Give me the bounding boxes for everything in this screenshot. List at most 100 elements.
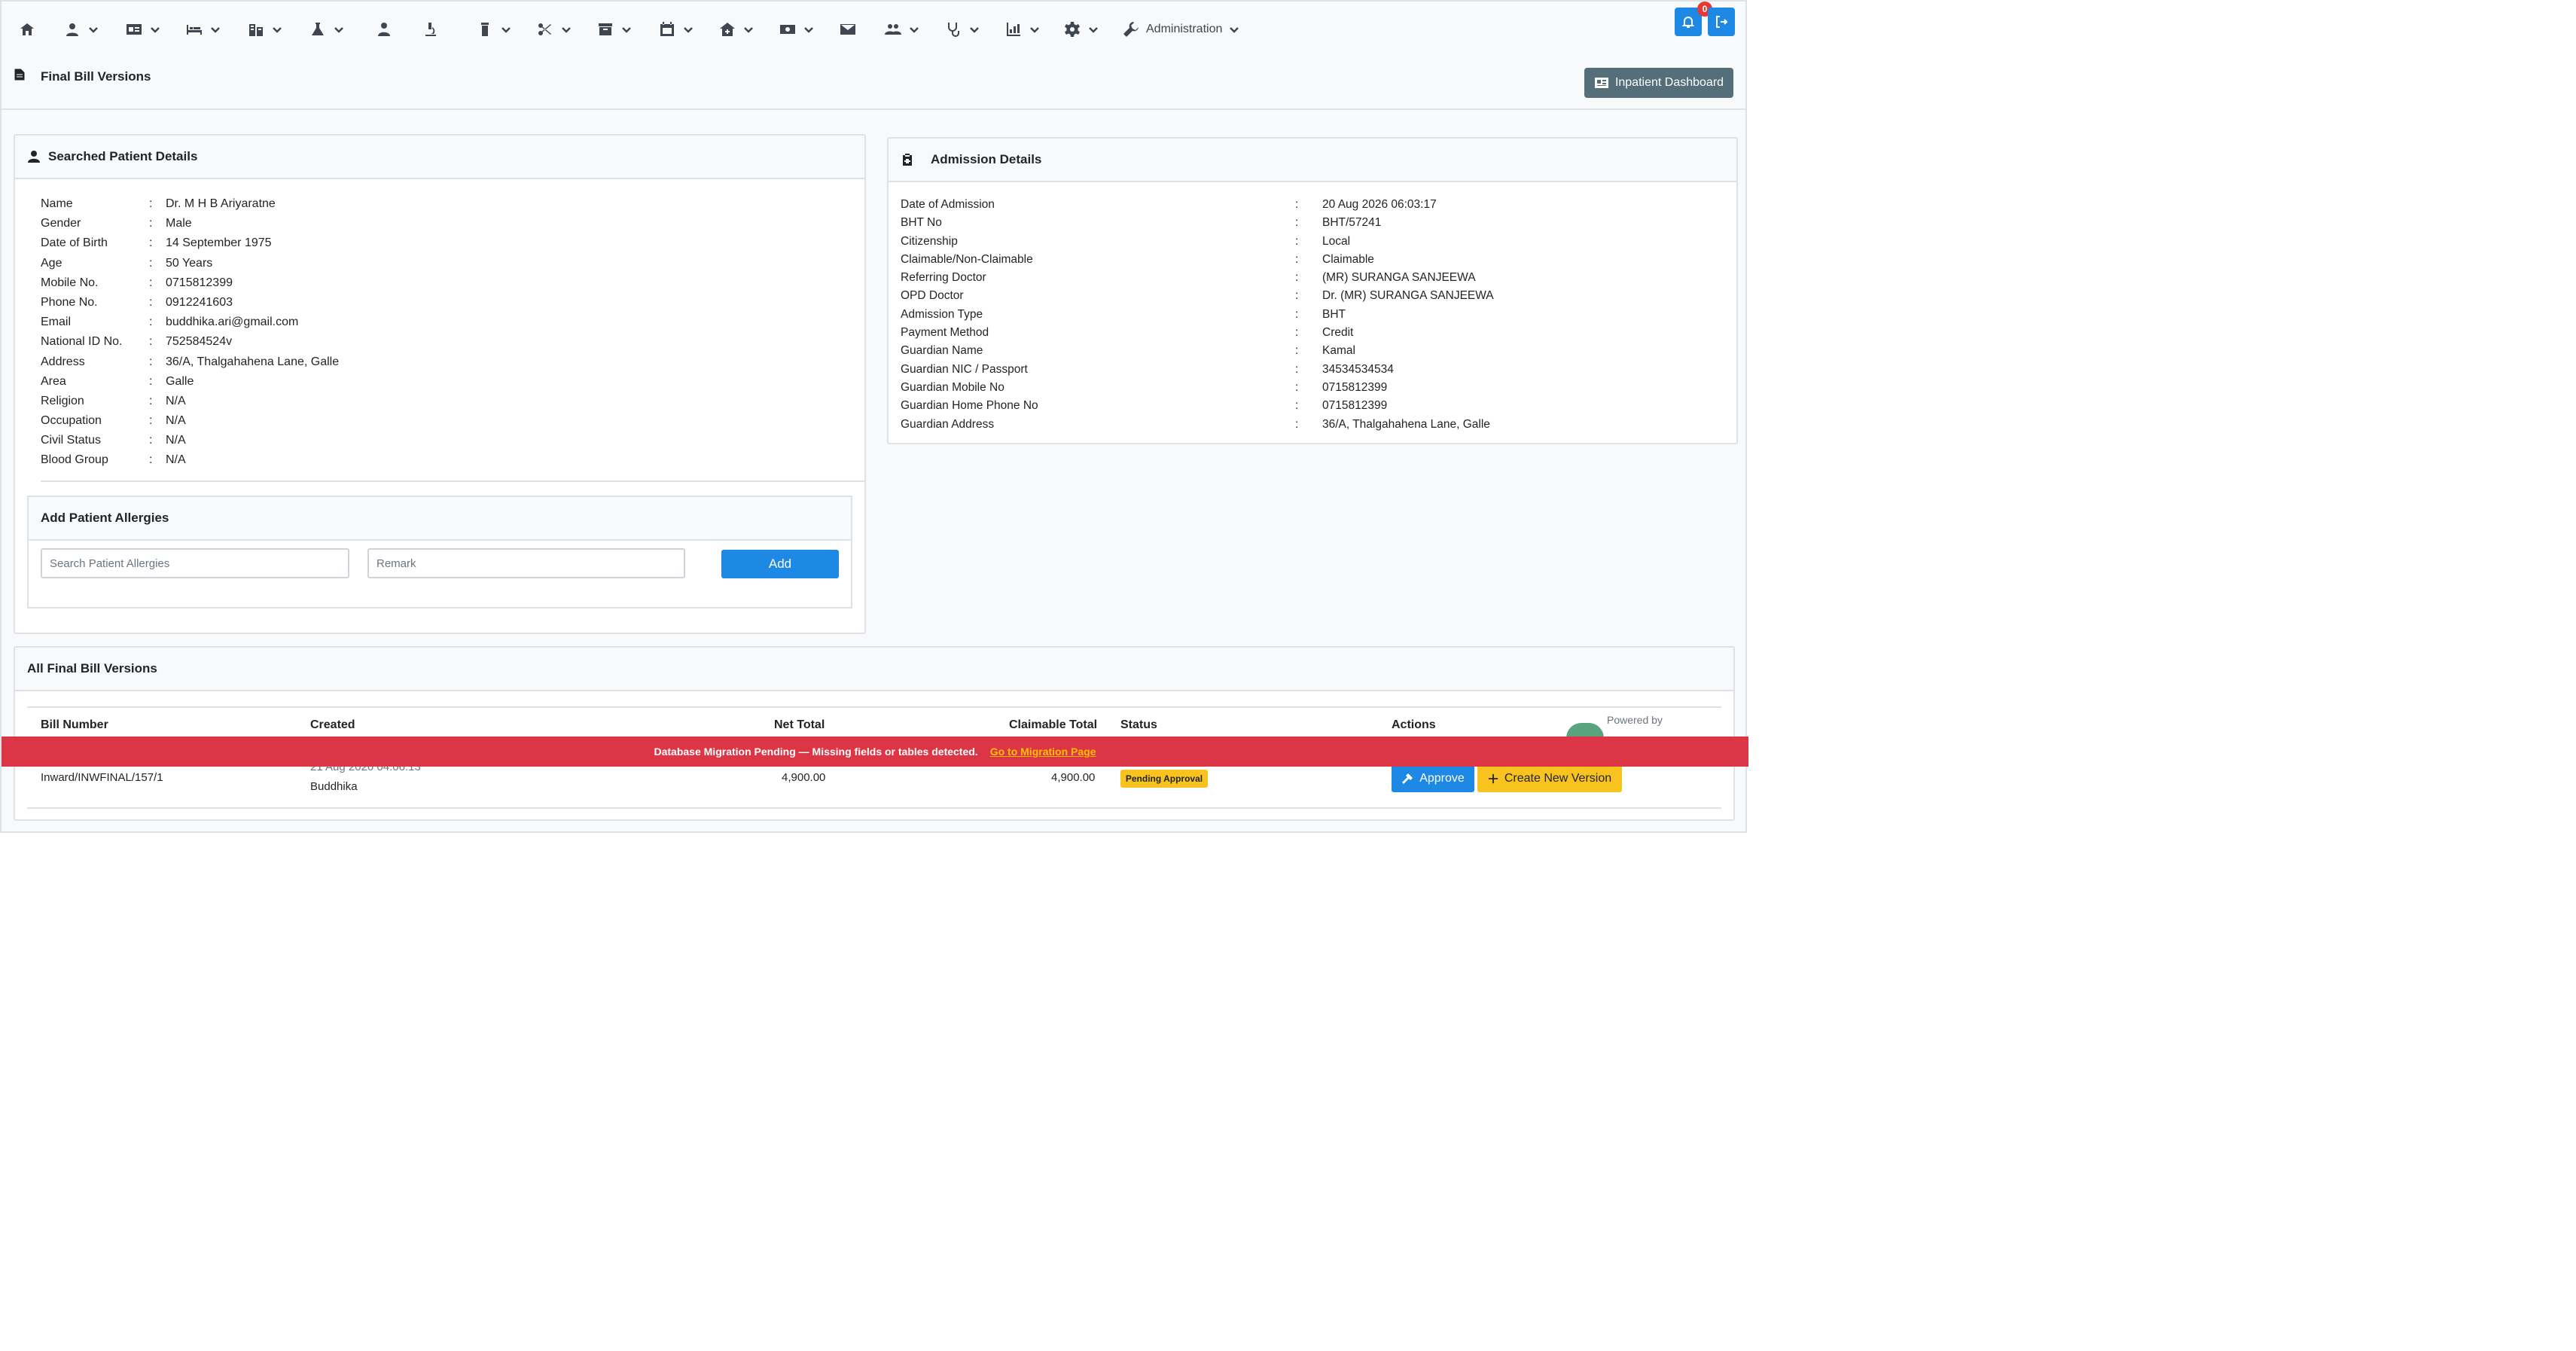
patient-field-nic: National ID No.:752584524v (41, 335, 233, 349)
chevron-down-icon (968, 23, 980, 35)
patient-field-dob: Date of Birth:14 September 1975 (41, 236, 272, 250)
approve-label: Approve (1419, 772, 1465, 785)
migration-banner-message: Database Migration Pending — Missing fie… (654, 746, 978, 758)
table-row-border (27, 807, 1721, 809)
calendar-icon (660, 22, 674, 36)
chevron-down-icon (620, 23, 633, 35)
admission-field-opd-doctor: OPD Doctor: Dr. (MR) SURANGA SANJEEWA (901, 289, 1494, 303)
patient-details-header: Searched Patient Details (15, 136, 864, 179)
nav-patient-menu[interactable] (63, 18, 99, 41)
envelope-icon (840, 24, 855, 35)
clinic-icon (720, 23, 735, 36)
patient-field-address: Address:36/A, Thalgahahena Lane, Galle (41, 355, 340, 368)
allergy-search-input[interactable]: Search Patient Allergies (41, 548, 349, 578)
chevron-down-icon (1228, 23, 1240, 35)
bell-icon (1681, 17, 1695, 28)
create-new-version-button[interactable]: Create New Version (1477, 765, 1622, 792)
nav-clinic-menu[interactable] (718, 18, 755, 41)
admission-field-bht: BHT No: BHT/57241 (901, 216, 1382, 230)
nav-opd-menu[interactable] (125, 18, 161, 41)
allergy-remark-input[interactable]: Remark (367, 548, 685, 578)
col-created: Created (310, 718, 355, 731)
chevron-down-icon (87, 23, 99, 35)
nav-doctor[interactable] (375, 18, 393, 41)
document-icon (14, 68, 26, 81)
building-icon (249, 24, 263, 36)
nav-settings-menu[interactable] (1063, 18, 1099, 41)
chevron-down-icon (209, 23, 221, 35)
nav-building-menu[interactable] (247, 18, 283, 41)
migration-page-link[interactable]: Go to Migration Page (990, 746, 1096, 758)
admission-field-guardian-name: Guardian Name: Kamal (901, 344, 1355, 358)
migration-banner: Database Migration Pending — Missing fie… (2, 736, 1748, 767)
final-bill-versions-card: All Final Bill Versions (14, 646, 1735, 821)
created-by-cell: Buddhika (310, 780, 358, 793)
chevron-down-icon (560, 23, 572, 35)
doctor-icon (378, 23, 390, 36)
admission-details-list: Date of Admission:20 Aug 2026 06:03:17 B… (901, 196, 1494, 434)
patient-field-gender: Gender: Male (41, 217, 192, 230)
admission-field-guardian-address: Guardian Address:36/A, Thalgahahena Lane… (901, 417, 1490, 431)
nav-administration-menu[interactable]: Administration (1122, 18, 1240, 41)
admission-field-guardian-nic: Guardian NIC / Passport:34534534534 (901, 362, 1394, 376)
nav-store-menu[interactable] (596, 18, 633, 41)
stethoscope-icon (947, 23, 959, 37)
nav-clinical-menu[interactable] (944, 18, 980, 41)
pill-bottle-icon (481, 23, 489, 36)
users-icon (885, 24, 901, 35)
patient-field-email: Email: buddhika.ari@gmail.com (41, 316, 299, 329)
app-window: Administration 0 Final Bill Versions Inp… (0, 0, 1748, 833)
plus-icon (1488, 773, 1498, 784)
inpatient-dashboard-button[interactable]: Inpatient Dashboard (1584, 68, 1733, 98)
home-icon (20, 23, 34, 35)
nav-cashier-menu[interactable] (779, 18, 815, 41)
patient-field-mobile: Mobile No.:0715812399 (41, 276, 233, 289)
user-icon (28, 151, 40, 163)
nav-messages[interactable] (839, 18, 857, 41)
bed-icon (187, 25, 202, 35)
admission-details-header: Admission Details (889, 139, 1736, 182)
chevron-down-icon (149, 23, 161, 35)
patient-field-name: Name: Dr. M H B Ariyaratne (41, 197, 276, 210)
chevron-down-icon (682, 23, 694, 35)
clipboard-icon (903, 154, 912, 166)
nav-lab-menu[interactable] (309, 18, 345, 41)
logout-button[interactable] (1708, 8, 1735, 36)
col-actions: Actions (1392, 718, 1436, 731)
user-icon (66, 23, 78, 36)
nav-inpatient-menu[interactable] (185, 18, 221, 41)
nav-reports-menu[interactable] (1004, 18, 1041, 41)
nav-hr-menu[interactable] (884, 18, 920, 41)
page-title: Final Bill Versions (41, 69, 151, 84)
patient-field-blood-group: Blood Group: N/A (41, 453, 186, 467)
administration-label: Administration (1146, 23, 1223, 35)
allergies-header: Add Patient Allergies (29, 497, 851, 541)
chevron-down-icon (333, 23, 345, 35)
admission-field-guardian-mobile: Guardian Mobile No:0715812399 (901, 380, 1388, 394)
patient-details-list: Name: Dr. M H B Ariyaratne Gender: Male Da… (41, 194, 339, 471)
admission-details-title: Admission Details (931, 152, 1042, 166)
gavel-icon (1402, 773, 1413, 784)
dashboard-icon (1594, 78, 1608, 88)
wrench-icon (1123, 22, 1139, 37)
claimable-total-cell: 4,900.00 (1051, 771, 1096, 784)
add-allergy-button[interactable]: Add (721, 550, 839, 578)
id-card-icon (127, 24, 142, 35)
nav-theatre-menu[interactable] (536, 18, 572, 41)
patient-field-area: Area: Galle (41, 374, 194, 388)
net-total-cell: 4,900.00 (782, 771, 826, 784)
nav-appointments-menu[interactable] (658, 18, 694, 41)
patient-field-occupation: Occupation: N/A (41, 414, 186, 428)
approve-button[interactable]: Approve (1392, 765, 1474, 792)
admission-field-claimable: Claimable/Non-Claimable: Claimable (901, 252, 1374, 266)
nav-microscope[interactable] (422, 18, 440, 41)
admission-field-type: Admission Type: BHT (901, 307, 1346, 321)
admission-field-date: Date of Admission:20 Aug 2026 06:03:17 (901, 198, 1437, 211)
nav-home[interactable] (18, 18, 36, 41)
create-new-version-label: Create New Version (1504, 772, 1612, 785)
page-header: Final Bill Versions Inpatient Dashboard (2, 56, 1745, 110)
nav-pharmacy-menu[interactable] (476, 18, 512, 41)
chart-icon (1007, 23, 1020, 36)
col-claimable-total: Claimable Total (1009, 718, 1098, 731)
table-header-border (27, 706, 1721, 708)
